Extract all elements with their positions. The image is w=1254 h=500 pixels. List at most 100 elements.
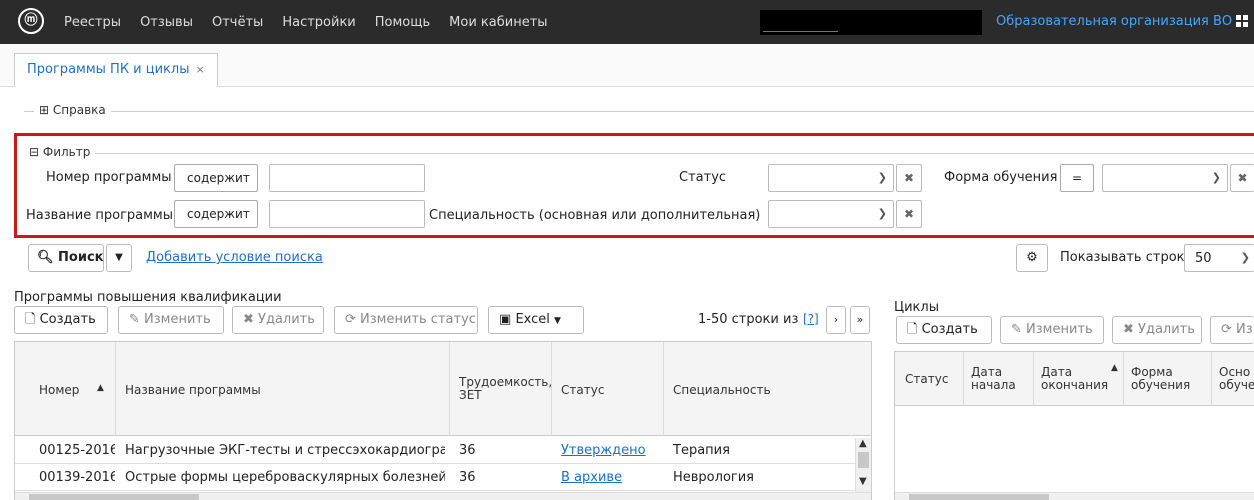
search-options-dropdown[interactable]: ▼ [106,244,132,272]
form-clear-button[interactable]: ✖ [1230,164,1254,192]
pencil-icon: ✎ [129,312,140,327]
programs-vertical-scrollbar[interactable]: ▲ ▼ [855,438,871,492]
column-start-date[interactable]: Дата начала [971,366,1016,392]
menu-registries[interactable]: Реестры [64,15,121,30]
column-program-name[interactable]: Название программы [125,384,261,397]
column-end-date[interactable]: Дата окончания [1041,366,1111,392]
delete-cycle-button[interactable]: ✖ Удалить [1112,316,1202,344]
cell-specialty: Терапия [673,443,730,458]
help-toggle[interactable]: ⊞ Справка [34,103,111,117]
column-study-form[interactable]: Форма обучения [1131,366,1190,392]
edit-program-button[interactable]: ✎ Изменить [118,306,224,334]
cell-number: 00139-2016 [39,470,115,485]
cell-number: 00125-2016 [39,443,115,458]
specialty-clear-button[interactable]: ✖ [896,200,922,228]
menu-help[interactable]: Помощь [375,15,430,30]
main-menu: Реестры Отзывы Отчёты Настройки Помощь М… [64,0,567,44]
cycles-grid: Статус Дата начала Дата окончания ▲ Форм… [894,351,1254,500]
menu-reviews[interactable]: Отзывы [140,15,193,30]
menu-settings[interactable]: Настройки [282,15,355,30]
close-icon: ✖ [243,312,254,327]
refresh-icon: ⟳ [1221,322,1232,337]
chevron-down-icon[interactable]: ▼ [859,476,867,487]
sort-asc-icon: ▲ [97,383,104,393]
programs-horizontal-scrollbar[interactable] [15,492,871,500]
create-cycle-button[interactable]: 🗋 Создать [896,316,992,344]
status-link[interactable]: В архиве [561,470,622,485]
cell-hours: 36 [459,443,476,458]
filter-toggle[interactable]: ⊟ Фильтр [24,145,96,159]
chevron-up-icon[interactable]: ▲ [859,438,867,449]
sort-asc-icon: ▲ [1111,363,1118,373]
close-icon[interactable]: × [195,63,204,76]
column-number[interactable]: Номер [39,384,79,397]
cycles-horizontal-scrollbar[interactable] [895,492,1254,500]
program-name-label: Название программы [26,208,173,223]
column-basis[interactable]: Осно обуче [1219,366,1254,392]
top-navbar: ⓜ Реестры Отзывы Отчёты Настройки Помощь… [0,0,1254,44]
search-button[interactable]: 🔍︎ Поиск [28,244,104,272]
column-labor-intensity[interactable]: Трудоемкость, ЗЕТ [459,376,553,402]
gear-icon: ⚙ [1026,250,1038,265]
cell-hours: 36 [459,470,476,485]
programs-grid: Номер ▲ Название программы Трудоемкость,… [14,341,872,500]
chevron-down-icon: ▼ [115,252,123,263]
filter-divider [24,153,1254,154]
search-icon: 🔍︎ [37,250,54,265]
chevron-down-icon: ❯ [877,207,887,220]
file-icon: 🗋 [25,312,36,327]
organization-name[interactable]: Образовательная организация ВО [996,0,1232,44]
cell-name: Нагрузочные ЭКГ-тесты и стрессэхокардиог… [125,443,445,458]
program-name-input[interactable] [269,200,425,228]
column-specialty[interactable]: Специальность [673,384,771,397]
cycles-title: Циклы [894,300,939,315]
help-divider [24,111,1254,112]
specialty-select[interactable]: ❯ [768,200,894,228]
file-icon: 🗋 [907,322,918,337]
gear-button[interactable]: ⚙ [1016,244,1048,272]
form-label: Форма обучения [944,170,1058,185]
program-number-input[interactable] [269,164,425,192]
rows-per-page-select[interactable]: 50 ❯ [1184,244,1254,272]
program-number-operator[interactable]: содержит [174,164,258,192]
refresh-icon: ⟳ [345,312,356,327]
form-select[interactable]: ❯ [1102,164,1228,192]
cell-name: Острые формы цереброваскулярных болезней [125,470,445,485]
delete-program-button[interactable]: ✖ Удалить [232,306,324,334]
chevron-down-icon: ❯ [877,171,887,184]
status-link[interactable]: Утверждено [561,443,646,458]
change-cycle-button[interactable]: ⟳ Из [1210,316,1254,344]
create-program-button[interactable]: 🗋 Создать [14,306,108,334]
pencil-icon: ✎ [1011,322,1022,337]
menu-reports[interactable]: Отчёты [212,15,263,30]
cell-specialty: Неврология [673,470,755,485]
status-clear-button[interactable]: ✖ [896,164,922,192]
tab-programs-and-cycles[interactable]: Программы ПК и циклы × [14,53,218,87]
change-status-button[interactable]: ⟳ Изменить статус [334,306,478,334]
menu-my-cabinets[interactable]: Мои кабинеты [449,15,547,30]
programs-title: Программы повышения квалификации [14,290,282,305]
table-row[interactable]: 00125-2016 Нагрузочные ЭКГ-тесты и стрес… [15,438,855,464]
double-chevron-right-icon: » [856,313,864,326]
logo-icon[interactable]: ⓜ [18,8,44,34]
last-page-button[interactable]: » [850,306,870,334]
program-number-label: Номер программы [46,170,172,185]
column-cycle-status[interactable]: Статус [905,373,948,386]
apps-grid-icon[interactable] [1236,15,1248,27]
paging-help-link[interactable]: [?] [803,312,819,326]
add-search-condition-link[interactable]: Добавить условие поиска [146,250,323,265]
close-icon: ✖ [903,207,915,221]
table-row[interactable]: 00139-2016 Острые формы цереброваскулярн… [15,465,855,491]
column-status[interactable]: Статус [561,384,604,397]
edit-cycle-button[interactable]: ✎ Изменить [1000,316,1104,344]
cell-status: Утверждено [561,438,661,464]
form-operator[interactable]: = [1060,164,1094,192]
next-page-button[interactable]: › [826,306,846,334]
close-icon: ✖ [1123,322,1134,337]
tab-strip: Программы ПК и циклы × [0,44,1254,87]
status-label: Статус [679,170,727,185]
program-name-operator[interactable]: содержит [174,200,258,228]
redacted-user-area [760,10,982,35]
excel-button[interactable]: ▣ Excel ▼ [488,306,584,334]
status-select[interactable]: ❯ [768,164,894,192]
